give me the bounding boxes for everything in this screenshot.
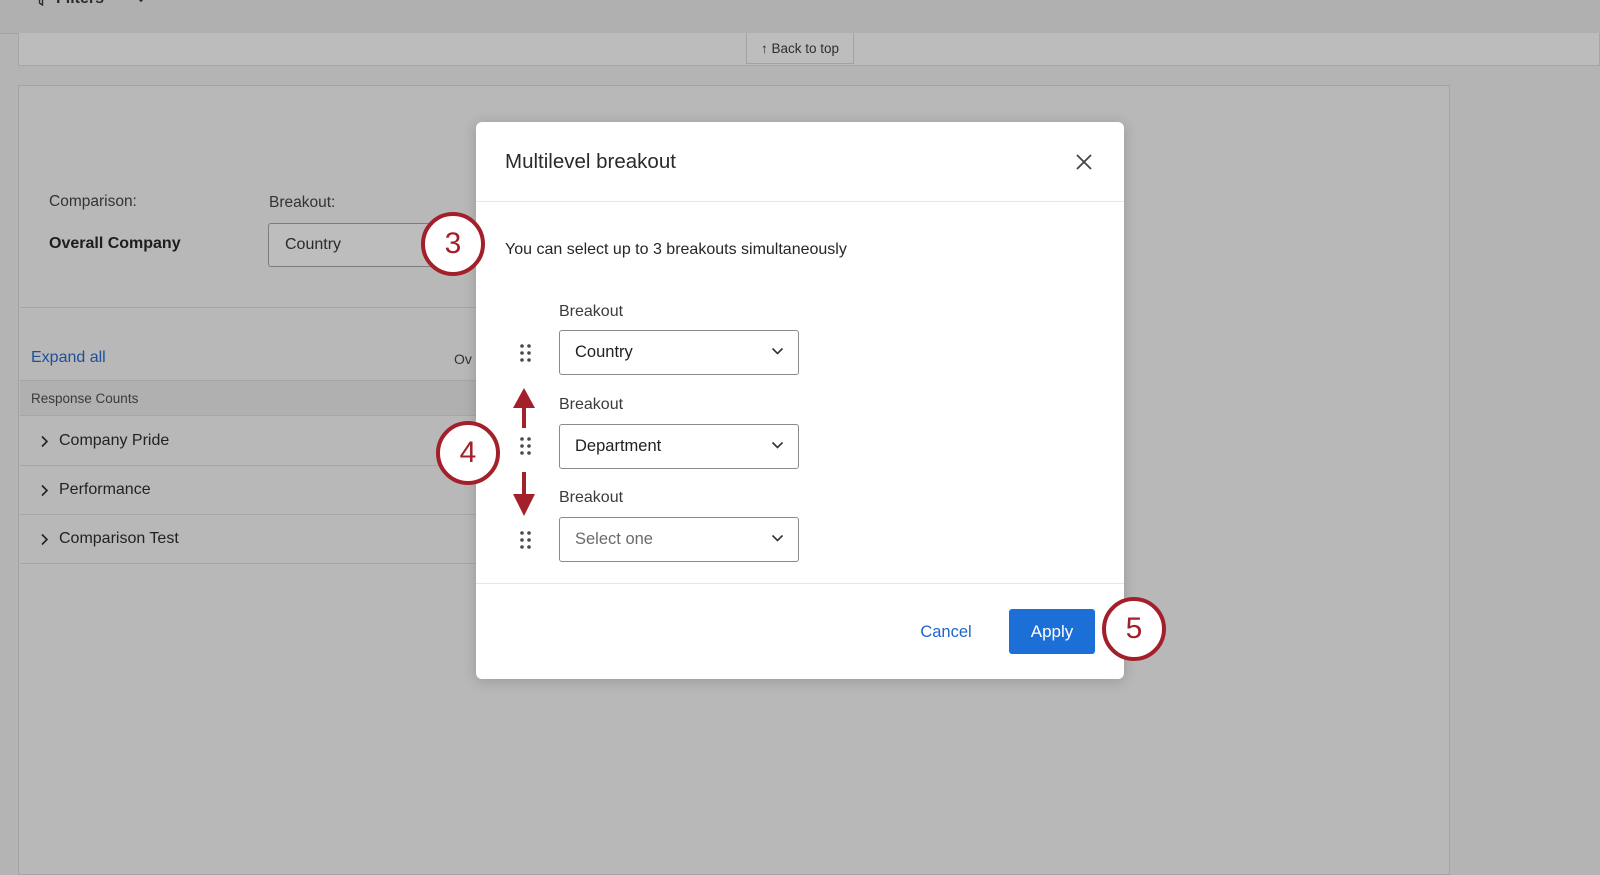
table-row[interactable]: Company Pride	[20, 417, 490, 466]
breakout-2-label: Breakout	[559, 396, 624, 413]
breakout-2-select[interactable]: Department	[559, 424, 799, 469]
response-counts-label: Response Counts	[31, 390, 139, 406]
chevron-down-icon	[771, 534, 784, 542]
breakout-1-select[interactable]: Country	[559, 330, 799, 375]
table-row[interactable]: Comparison Test	[20, 515, 490, 564]
row-label: Company Pride	[59, 432, 170, 449]
drag-handle-icon[interactable]	[518, 530, 534, 550]
breakout-2-value: Department	[575, 437, 662, 455]
header-divider	[476, 201, 1124, 202]
column-header: Ov	[454, 351, 472, 367]
chevron-down-icon	[771, 441, 784, 449]
expand-all-link[interactable]: Expand all	[31, 349, 106, 367]
close-icon[interactable]	[1072, 150, 1096, 174]
multilevel-breakout-dialog: Multilevel breakout You can select up to…	[476, 122, 1124, 679]
row-label: Performance	[59, 481, 151, 498]
comparison-label: Comparison:	[49, 193, 137, 210]
chevron-down-icon	[771, 347, 784, 355]
cancel-button[interactable]: Cancel	[910, 615, 982, 649]
breakout-select-value: Country	[285, 236, 342, 253]
chevron-right-icon	[41, 533, 49, 545]
reorder-arrows-icon	[513, 388, 535, 516]
dialog-description: You can select up to 3 breakouts simulta…	[505, 241, 847, 258]
callout-step-5: 5	[1102, 597, 1166, 661]
back-to-top-button[interactable]: ↑ Back to top	[746, 33, 854, 64]
breakout-1-value: Country	[575, 343, 633, 361]
callout-step-4: 4	[436, 421, 500, 485]
comparison-value: Overall Company	[49, 235, 181, 252]
drag-handle-icon[interactable]	[518, 343, 534, 363]
chevron-right-icon	[41, 484, 49, 496]
chevron-right-icon	[41, 435, 49, 447]
filters-button[interactable]: Filters	[34, 0, 148, 8]
dialog-title: Multilevel breakout	[505, 150, 676, 173]
callout-step-3: 3	[421, 212, 485, 276]
breakout-3-placeholder: Select one	[575, 530, 653, 548]
breakout-3-label: Breakout	[559, 489, 624, 506]
response-counts-header: Response Counts	[20, 380, 490, 416]
filters-label: Filters	[56, 0, 104, 8]
chevron-down-icon	[138, 0, 144, 3]
footer-divider	[476, 583, 1124, 584]
divider	[20, 307, 490, 308]
top-toolbar	[0, 0, 1600, 34]
breakout-1-label: Breakout	[559, 303, 624, 320]
filter-icon	[38, 0, 44, 6]
breakout-3-select[interactable]: Select one	[559, 517, 799, 562]
row-label: Comparison Test	[59, 530, 179, 547]
table-row[interactable]: Performance	[20, 466, 490, 515]
apply-button[interactable]: Apply	[1009, 609, 1095, 654]
breakout-label: Breakout:	[269, 194, 336, 211]
